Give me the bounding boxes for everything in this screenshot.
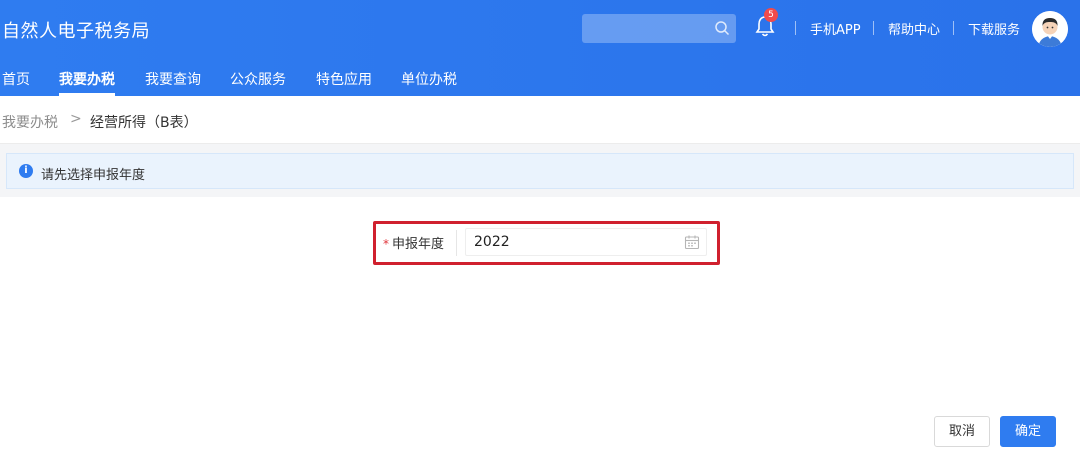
download-service-link[interactable]: 下载服务 (968, 19, 1020, 38)
header-divider (873, 21, 874, 35)
nav-item-employer-tax[interactable]: 单位办税 (401, 69, 457, 89)
header-divider (953, 21, 954, 35)
mobile-app-link[interactable]: 手机APP (810, 19, 861, 38)
year-value: 2022 (474, 234, 510, 250)
breadcrumb-current: 经营所得（B表） (90, 115, 198, 131)
field-divider (456, 230, 457, 256)
nav-item-special-apps[interactable]: 特色应用 (316, 69, 372, 89)
main-form-panel: * 申报年度 2022 取消 确定 (0, 197, 1080, 455)
breadcrumb: 我要办税 > 经营所得（B表） (0, 96, 1080, 144)
avatar[interactable] (1032, 11, 1068, 47)
nav-item-public-services[interactable]: 公众服务 (230, 69, 286, 89)
header-divider (795, 21, 796, 35)
info-icon: i (19, 164, 33, 178)
user-avatar-icon (1032, 11, 1068, 47)
breadcrumb-parent-link[interactable]: 我要办税 (2, 112, 58, 132)
calendar-icon[interactable] (684, 234, 700, 250)
app-title: 自然人电子税务局 (2, 21, 150, 42)
notification-badge: 5 (764, 8, 778, 22)
chevron-right-icon: > (70, 111, 82, 127)
nav-item-file-tax[interactable]: 我要办税 (59, 69, 115, 89)
cancel-button[interactable]: 取消 (934, 416, 990, 447)
nav-item-query[interactable]: 我要查询 (145, 69, 201, 89)
year-field-label: * 申报年度 (383, 233, 444, 252)
search-input[interactable] (582, 14, 736, 43)
year-label-text: 申报年度 (392, 237, 445, 252)
nav-item-home[interactable]: 首页 (2, 69, 30, 89)
top-header: 自然人电子税务局 5 手机APP 帮助中心 下载服务 首页 我要办税 我要查询 … (0, 0, 1080, 96)
notice-bar: i 请先选择申报年度 (6, 153, 1074, 189)
required-marker: * (383, 237, 389, 251)
search-icon[interactable] (714, 20, 730, 36)
help-center-link[interactable]: 帮助中心 (888, 19, 940, 38)
confirm-button[interactable]: 确定 (1000, 416, 1056, 447)
notice-text: 请先选择申报年度 (41, 168, 146, 183)
year-picker-input[interactable]: 2022 (465, 228, 707, 256)
